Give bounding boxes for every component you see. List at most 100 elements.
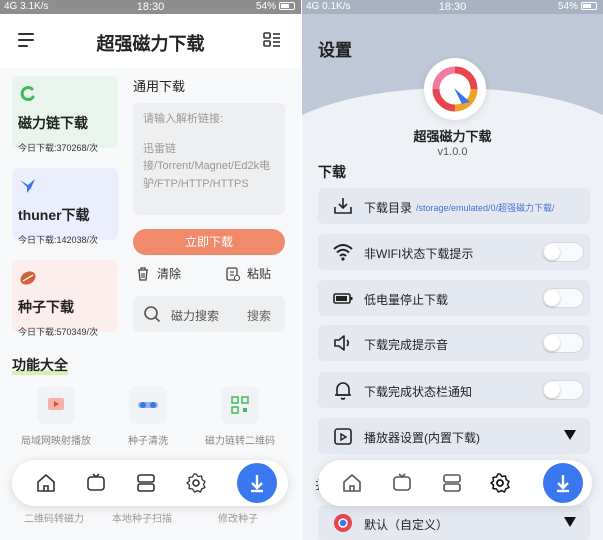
row-label: 默认（自定义） — [364, 518, 449, 532]
row-label: 非WIFI状态下载提示 — [364, 247, 474, 261]
clear-label: 清除 — [157, 267, 182, 281]
magnet-search-bar[interactable]: 磁力搜索 搜索 — [133, 296, 285, 332]
home-icon[interactable] — [34, 471, 58, 495]
paste-label: 粘贴 — [247, 267, 272, 281]
qrcode-icon — [221, 386, 259, 424]
browser-icon — [334, 514, 352, 532]
download-now-button[interactable]: 立即下载 — [133, 229, 285, 255]
section-title: 下载 — [318, 164, 346, 180]
magnet-icon — [20, 86, 35, 102]
speaker-icon — [334, 335, 350, 351]
app-version: v1.0.0 — [437, 146, 468, 158]
download-fab[interactable] — [237, 463, 277, 503]
download-fab[interactable] — [543, 463, 583, 503]
app-name: 超强磁力下载 — [413, 129, 492, 144]
player-settings-row[interactable]: 播放器设置(内置下载) — [318, 418, 590, 454]
feature-label[interactable]: 二维码转磁力 — [24, 510, 84, 525]
sound-toggle[interactable] — [542, 333, 584, 353]
bottom-nav — [12, 460, 288, 506]
list-icon[interactable] — [263, 31, 281, 49]
seed-icon — [20, 271, 36, 285]
general-download-panel: 通用下载 请输入解析链接: 迅雷链接/Torrent/Magnet/Ed2k电驴… — [133, 76, 285, 287]
clear-button[interactable]: 清除 — [135, 265, 181, 282]
battery-percent: 54% — [255, 1, 276, 12]
section-title: 通用下载 — [133, 79, 186, 94]
wifi-toggle[interactable] — [542, 242, 584, 262]
page-title: 超强磁力下载 — [96, 34, 205, 54]
bell-icon — [335, 382, 351, 400]
download-icon — [334, 198, 352, 214]
low-battery-toggle[interactable] — [542, 288, 584, 308]
paste-button[interactable]: 粘贴 — [225, 265, 271, 282]
low-battery-row: 低电量停止下载 — [318, 280, 590, 316]
status-bar: 4G 0.1K/s 18:30 54% — [302, 0, 603, 14]
bottom-nav — [318, 460, 592, 506]
wifi-icon — [333, 244, 353, 261]
search-label: 磁力搜索 — [171, 309, 220, 323]
row-label: 下载目录 — [364, 201, 413, 215]
left-screen: 4G 3.1K/s 18:30 54% 超强磁力下载 磁力链下载 今日下载:37… — [0, 0, 301, 540]
magnet-download-card[interactable]: 磁力链下载 今日下载:370268/次 — [12, 76, 118, 153]
feature-lan-cast[interactable]: 局域网映射播放 — [16, 386, 96, 447]
download-icon — [557, 475, 569, 493]
search-button[interactable]: 搜索 — [247, 307, 271, 324]
download-icon — [251, 475, 263, 493]
battery-icon — [581, 2, 597, 10]
clean-icon — [129, 386, 167, 424]
expand-caret-icon[interactable] — [564, 517, 576, 527]
default-player-row[interactable]: 默认（自定义） — [318, 505, 590, 540]
paste-icon — [226, 266, 241, 281]
app-logo-icon — [432, 66, 478, 112]
feature-qrcode[interactable]: 磁力链转二维码 — [200, 386, 280, 447]
search-icon — [144, 306, 161, 323]
download-dir-row[interactable]: 下载目录 /storage/emulated/0/超强磁力下载/ — [318, 188, 590, 224]
feature-label: 局域网映射播放 — [21, 436, 91, 447]
battery-percent: 54% — [557, 1, 578, 12]
app-header: 超强磁力下载 — [0, 14, 301, 68]
storage-icon[interactable] — [440, 471, 464, 495]
input-hint: 迅雷链接/Torrent/Magnet/Ed2k电驴/FTP/HTTP/HTTP… — [143, 142, 271, 190]
trash-icon — [138, 266, 148, 281]
cast-icon — [37, 386, 75, 424]
page-title: 设置 — [318, 41, 352, 60]
card-title: 磁力链下载 — [18, 115, 88, 131]
download-path: /storage/emulated/0/超强磁力下载/ — [416, 203, 555, 213]
row-label: 下载完成提示音 — [364, 338, 449, 352]
card-title: 种子下载 — [18, 299, 74, 315]
tv-icon[interactable] — [84, 471, 108, 495]
row-label: 低电量停止下载 — [364, 293, 449, 307]
feature-label: 磁力链转二维码 — [205, 436, 275, 447]
non-wifi-prompt-row: 非WIFI状态下载提示 — [318, 234, 590, 270]
app-logo — [424, 58, 486, 120]
card-count: 今日下载:570349/次 — [18, 327, 99, 337]
bird-icon — [20, 179, 35, 193]
notification-row: 下载完成状态栏通知 — [318, 372, 590, 408]
torrent-download-card[interactable]: 种子下载 今日下载:570349/次 — [12, 260, 118, 337]
feature-label[interactable]: 修改种子 — [218, 510, 258, 525]
card-count: 今日下载:142038/次 — [18, 235, 99, 245]
home-icon[interactable] — [340, 471, 364, 495]
storage-icon[interactable] — [134, 471, 158, 495]
row-label: 播放器设置(内置下载) — [364, 431, 480, 445]
input-placeholder: 请输入解析链接: — [143, 113, 224, 125]
battery-icon — [333, 293, 353, 304]
player-icon — [334, 428, 352, 445]
gear-icon[interactable] — [184, 471, 208, 495]
tv-icon[interactable] — [390, 471, 414, 495]
row-label: 下载完成状态栏通知 — [364, 385, 473, 399]
gear-icon[interactable] — [488, 471, 512, 495]
feature-seed-clean[interactable]: 种子清洗 — [108, 386, 188, 447]
card-title: thuner下载 — [18, 207, 90, 223]
features-title: 功能大全 — [12, 357, 68, 375]
notify-toggle[interactable] — [542, 380, 584, 400]
expand-caret-icon[interactable] — [564, 430, 576, 440]
battery-icon — [279, 2, 295, 10]
status-bar: 4G 3.1K/s 18:30 54% — [0, 0, 301, 14]
feature-label: 种子清洗 — [128, 436, 168, 447]
link-input[interactable]: 请输入解析链接: 迅雷链接/Torrent/Magnet/Ed2k电驴/FTP/… — [133, 103, 285, 215]
thunder-download-card[interactable]: thuner下载 今日下载:142038/次 — [12, 168, 118, 245]
feature-label[interactable]: 本地种子扫描 — [112, 510, 172, 525]
completion-sound-row: 下载完成提示音 — [318, 325, 590, 361]
right-screen: 4G 0.1K/s 18:30 54% 设置 超强磁力下载 v1.0.0 下载 … — [302, 0, 603, 540]
card-count: 今日下载:370268/次 — [18, 143, 99, 153]
